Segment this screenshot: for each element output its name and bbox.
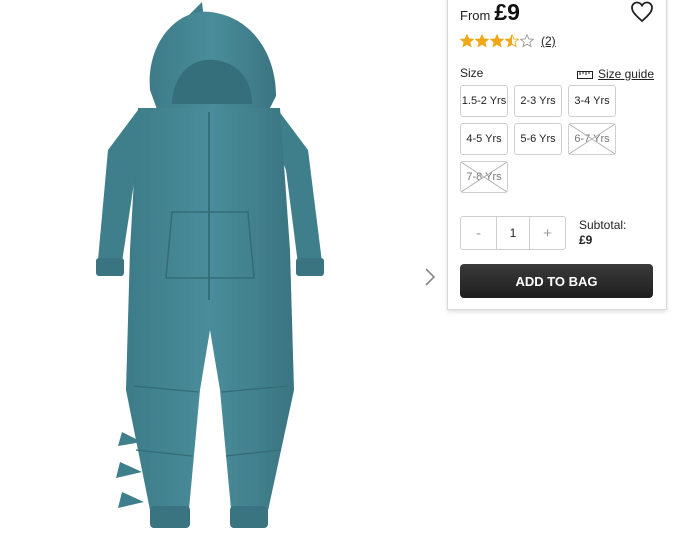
quantity-stepper: - 1 +: [460, 216, 566, 250]
purchase-panel: From £9 (2) Size Size guide 1.5-2 Yrs 2-3…: [447, 0, 667, 310]
size-option-button[interactable]: 1.5-2 Yrs: [460, 85, 508, 117]
quantity-decrease-button[interactable]: -: [461, 217, 496, 249]
stars: [460, 32, 535, 50]
size-option-button[interactable]: 6-7 Yrs: [568, 123, 616, 155]
size-guide-link[interactable]: Size guide: [576, 67, 654, 81]
size-option-button[interactable]: 5-6 Yrs: [514, 123, 562, 155]
star-icon: [475, 33, 489, 48]
size-option-label: 4-5 Yrs: [466, 133, 502, 145]
star-icon: [490, 33, 504, 48]
subtotal-amount: £9: [579, 233, 593, 247]
price: £9: [494, 0, 520, 25]
size-option-label: 2-3 Yrs: [520, 95, 556, 107]
size-option-label: 7-8 Yrs: [466, 171, 502, 183]
next-image-chevron-right-icon[interactable]: [420, 262, 440, 292]
size-option-label: 1.5-2 Yrs: [461, 95, 507, 107]
size-option-label: 6-7 Yrs: [574, 133, 610, 145]
quantity-increase-button[interactable]: +: [530, 217, 565, 249]
size-option-button[interactable]: 7-8 Yrs: [460, 161, 508, 193]
star-icon: [520, 33, 534, 48]
add-to-bag-button[interactable]: ADD TO BAG: [460, 264, 653, 298]
size-label: Size: [460, 66, 484, 80]
wishlist-heart-icon[interactable]: [630, 1, 654, 23]
price-row: From £9: [460, 0, 520, 26]
size-option-label: 5-6 Yrs: [520, 133, 556, 145]
star-icon: [505, 33, 519, 48]
size-option-label: 3-4 Yrs: [574, 95, 610, 107]
review-count-link[interactable]: (2): [541, 34, 556, 48]
size-option-button[interactable]: 2-3 Yrs: [514, 85, 562, 117]
quantity-input[interactable]: 1: [496, 217, 530, 249]
price-from-label: From: [460, 8, 491, 23]
star-rating: (2): [460, 32, 556, 50]
ruler-icon: [576, 70, 593, 79]
subtotal: Subtotal: £9: [579, 218, 626, 248]
product-image: [80, 0, 340, 541]
size-guide-label: Size guide: [597, 67, 654, 81]
size-option-button[interactable]: 4-5 Yrs: [460, 123, 508, 155]
star-icon: [460, 33, 474, 48]
size-option-button[interactable]: 3-4 Yrs: [568, 85, 616, 117]
subtotal-label: Subtotal:: [579, 218, 627, 232]
